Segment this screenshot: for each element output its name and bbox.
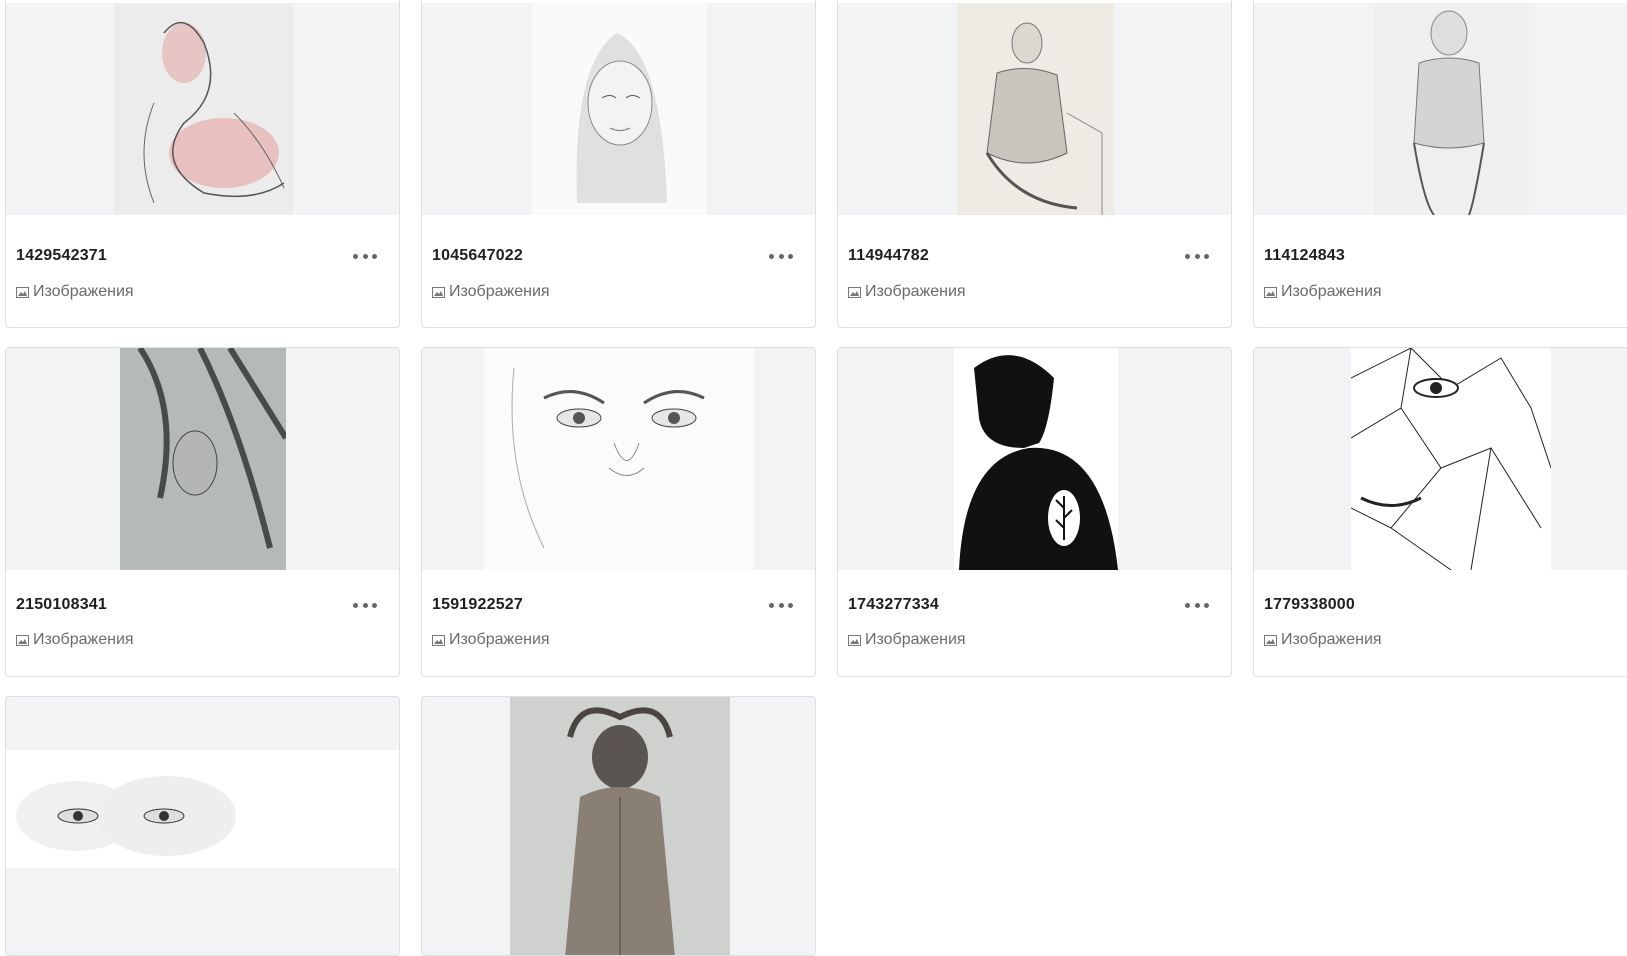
more-options-button[interactable] <box>769 246 793 266</box>
asset-type: Изображения <box>16 283 134 301</box>
dot <box>372 253 377 259</box>
artwork-image <box>484 348 754 570</box>
thumbnail[interactable] <box>6 348 399 570</box>
asset-type: Изображения <box>432 631 550 649</box>
asset-type: Изображения <box>16 631 134 649</box>
image-icon <box>16 286 29 298</box>
more-options-button[interactable] <box>1185 595 1209 615</box>
dot <box>778 602 784 608</box>
asset-type-label: Изображения <box>33 283 134 300</box>
dot <box>362 602 368 608</box>
dot <box>769 602 774 608</box>
artwork-image <box>1351 348 1551 570</box>
thumbnail[interactable] <box>1254 348 1627 570</box>
dot <box>1204 602 1209 608</box>
asset-card[interactable] <box>5 696 400 956</box>
dot <box>1194 253 1200 259</box>
artwork-image <box>120 348 286 570</box>
more-options-button[interactable] <box>353 246 377 266</box>
thumbnail[interactable] <box>1254 3 1627 215</box>
artwork-image <box>957 3 1114 215</box>
thumbnail[interactable] <box>422 3 815 215</box>
asset-type: Изображения <box>1264 631 1382 649</box>
dot <box>372 602 377 608</box>
asset-card[interactable]: 1779338000 Изображения <box>1253 347 1627 677</box>
more-options-button[interactable] <box>1185 246 1209 266</box>
dot <box>788 602 793 608</box>
asset-card[interactable] <box>421 696 816 956</box>
asset-card[interactable]: 2150108341 Изображения <box>5 347 400 677</box>
asset-type: Изображения <box>1264 283 1382 301</box>
image-icon <box>432 634 445 646</box>
asset-card[interactable]: 114124843 Изображения <box>1253 0 1627 328</box>
asset-type-label: Изображения <box>865 283 966 300</box>
asset-title[interactable]: 2150108341 <box>16 596 107 614</box>
dot <box>769 253 774 259</box>
artwork-image <box>954 348 1118 570</box>
artwork-image <box>532 3 707 215</box>
asset-type-label: Изображения <box>33 631 134 648</box>
asset-type: Изображения <box>848 631 966 649</box>
artwork-image <box>1374 3 1529 215</box>
thumbnail[interactable] <box>422 697 815 955</box>
dot <box>788 253 793 259</box>
asset-title[interactable]: 114124843 <box>1264 247 1345 265</box>
artwork-image <box>114 3 293 215</box>
dot <box>353 253 358 259</box>
artwork-image <box>510 697 730 955</box>
asset-card[interactable]: 1429542371 Изображения <box>5 0 400 328</box>
asset-title[interactable]: 1779338000 <box>1264 596 1355 614</box>
asset-type: Изображения <box>848 283 966 301</box>
dot <box>362 253 368 259</box>
more-options-button[interactable] <box>353 595 377 615</box>
image-icon <box>848 634 861 646</box>
thumbnail[interactable] <box>6 697 399 955</box>
asset-card[interactable]: 1045647022 Изображения <box>421 0 816 328</box>
thumbnail[interactable] <box>838 3 1231 215</box>
thumbnail[interactable] <box>838 348 1231 570</box>
asset-title[interactable]: 1743277334 <box>848 596 939 614</box>
asset-type-label: Изображения <box>449 283 550 300</box>
image-icon <box>16 634 29 646</box>
dot <box>1194 602 1200 608</box>
image-icon <box>1264 634 1277 646</box>
asset-type-label: Изображения <box>1281 631 1382 648</box>
dot <box>1185 602 1190 608</box>
asset-type-label: Изображения <box>1281 283 1382 300</box>
thumbnail[interactable] <box>422 348 815 570</box>
more-options-button[interactable] <box>769 595 793 615</box>
artwork-image <box>6 750 399 868</box>
dot <box>778 253 784 259</box>
asset-title[interactable]: 1429542371 <box>16 247 107 265</box>
image-icon <box>1264 286 1277 298</box>
asset-card[interactable]: 1591922527 Изображения <box>421 347 816 677</box>
image-icon <box>432 286 445 298</box>
asset-title[interactable]: 1591922527 <box>432 596 523 614</box>
asset-card[interactable]: 1743277334 Изображения <box>837 347 1232 677</box>
asset-type-label: Изображения <box>449 631 550 648</box>
asset-title[interactable]: 114944782 <box>848 247 929 265</box>
asset-card[interactable]: 114944782 Изображения <box>837 0 1232 328</box>
asset-title[interactable]: 1045647022 <box>432 247 523 265</box>
dot <box>1204 253 1209 259</box>
image-icon <box>848 286 861 298</box>
dot <box>1185 253 1190 259</box>
dot <box>353 602 358 608</box>
asset-type-label: Изображения <box>865 631 966 648</box>
thumbnail[interactable] <box>6 3 399 215</box>
asset-type: Изображения <box>432 283 550 301</box>
